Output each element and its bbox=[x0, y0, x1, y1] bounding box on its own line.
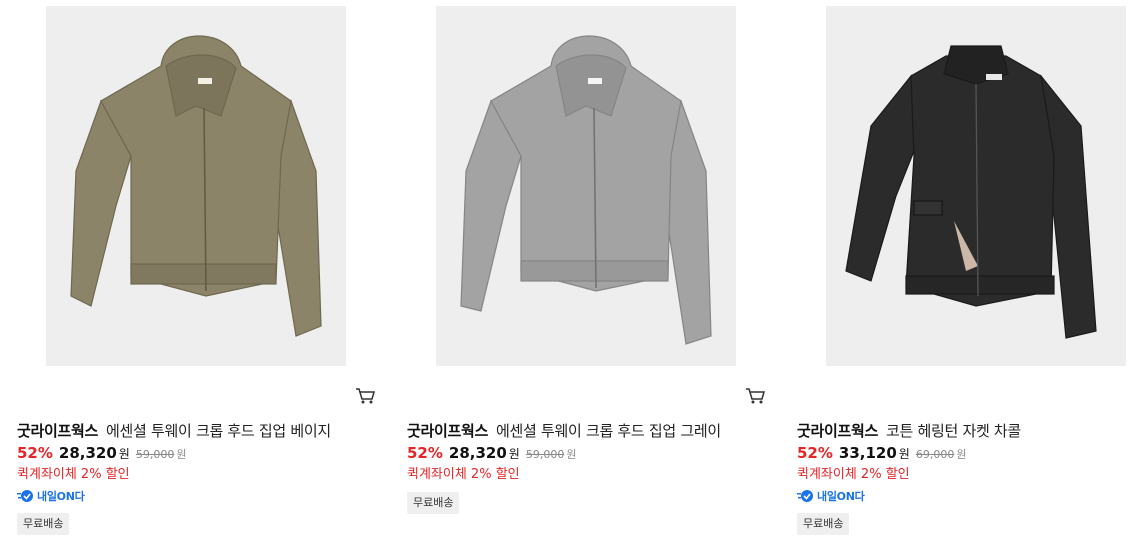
original-currency-unit: 원 bbox=[956, 448, 967, 461]
cart-icon[interactable] bbox=[745, 387, 767, 405]
product-title[interactable]: 굿라이프웍스 코튼 헤링턴 자켓 차콜 bbox=[797, 420, 1021, 441]
harrington-jacket-image bbox=[845, 45, 1097, 339]
original-price: 69,000 bbox=[915, 448, 955, 461]
sale-price: 28,320 bbox=[448, 444, 507, 462]
brand-name: 굿라이프웍스 bbox=[17, 422, 99, 440]
original-currency-unit: 원 bbox=[566, 448, 577, 461]
product-image[interactable] bbox=[826, 6, 1126, 366]
discount-rate: 52% bbox=[407, 444, 443, 462]
sale-price: 33,120 bbox=[838, 444, 897, 462]
product-title[interactable]: 굿라이프웍스 에센셜 투웨이 크롭 후드 집업 그레이 bbox=[407, 420, 721, 441]
delivery-badge: 내일ON다 bbox=[17, 488, 85, 504]
brand-name: 굿라이프웍스 bbox=[407, 422, 489, 440]
original-price: 59,000 bbox=[525, 448, 565, 461]
product-name: 코튼 헤링턴 자켓 차콜 bbox=[886, 422, 1021, 440]
product-image[interactable] bbox=[436, 6, 736, 366]
delivery-badge: 내일ON다 bbox=[797, 488, 865, 504]
delivery-truck-icon bbox=[17, 490, 33, 502]
product-image[interactable] bbox=[46, 6, 346, 366]
free-shipping-badge: 무료배송 bbox=[407, 492, 460, 514]
free-shipping-badge: 무료배송 bbox=[17, 513, 70, 535]
payment-promo: 퀵계좌이체 2% 할인 bbox=[797, 467, 910, 482]
delivery-badge-label: 내일ON다 bbox=[817, 490, 865, 503]
payment-promo: 퀵계좌이체 2% 할인 bbox=[17, 467, 130, 482]
currency-unit: 원 bbox=[118, 447, 130, 461]
price-row: 52% 33,120 원 69,000 원 bbox=[797, 444, 966, 462]
product-card[interactable]: 굿라이프웍스 에센셜 투웨이 크롭 후드 집업 그레이 52% 28,320 원 … bbox=[390, 0, 780, 539]
product-card[interactable]: 굿라이프웍스 코튼 헤링턴 자켓 차콜 52% 33,120 원 69,000 원… bbox=[780, 0, 1139, 539]
delivery-truck-icon bbox=[797, 490, 813, 502]
discount-rate: 52% bbox=[17, 444, 53, 462]
product-title[interactable]: 굿라이프웍스 에센셜 투웨이 크롭 후드 집업 베이지 bbox=[17, 420, 331, 441]
cart-icon[interactable] bbox=[355, 387, 377, 405]
original-currency-unit: 원 bbox=[176, 448, 187, 461]
currency-unit: 원 bbox=[508, 447, 520, 461]
sale-price: 28,320 bbox=[58, 444, 117, 462]
original-price: 59,000 bbox=[135, 448, 175, 461]
delivery-badge-label: 내일ON다 bbox=[37, 490, 85, 503]
hood-zipup-image bbox=[460, 35, 712, 345]
product-name: 에센셜 투웨이 크롭 후드 집업 그레이 bbox=[496, 422, 721, 440]
hood-zipup-image bbox=[70, 35, 322, 337]
price-row: 52% 28,320 원 59,000 원 bbox=[17, 444, 186, 462]
discount-rate: 52% bbox=[797, 444, 833, 462]
payment-promo: 퀵계좌이체 2% 할인 bbox=[407, 467, 520, 482]
currency-unit: 원 bbox=[898, 447, 910, 461]
price-row: 52% 28,320 원 59,000 원 bbox=[407, 444, 576, 462]
product-card[interactable]: 굿라이프웍스 에센셜 투웨이 크롭 후드 집업 베이지 52% 28,320 원 … bbox=[0, 0, 390, 539]
brand-name: 굿라이프웍스 bbox=[797, 422, 879, 440]
product-name: 에센셜 투웨이 크롭 후드 집업 베이지 bbox=[106, 422, 331, 440]
free-shipping-badge: 무료배송 bbox=[797, 513, 850, 535]
